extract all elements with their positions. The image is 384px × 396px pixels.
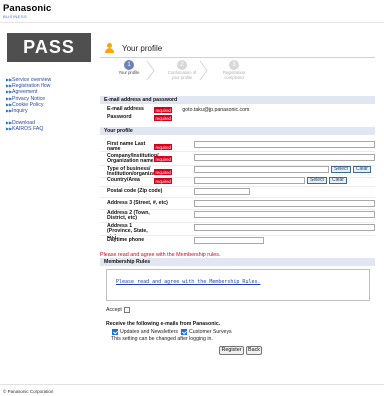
address2-input[interactable] bbox=[194, 211, 375, 218]
row-divider bbox=[100, 186, 375, 187]
country-clear-button[interactable]: Clear bbox=[329, 177, 347, 184]
back-button[interactable]: Back bbox=[246, 346, 262, 355]
country-input[interactable] bbox=[194, 177, 305, 184]
row-divider bbox=[100, 151, 375, 152]
footer-divider bbox=[0, 384, 384, 385]
pass-logo: PASS bbox=[7, 33, 91, 62]
required-badge: required bbox=[154, 115, 173, 121]
user-icon bbox=[104, 43, 115, 54]
sidebar-item-label: KAIROS FAQ bbox=[12, 126, 44, 133]
address1-input[interactable] bbox=[194, 224, 375, 231]
profile-row-country: Country/Area required bbox=[107, 177, 173, 184]
step-number: 2 bbox=[177, 60, 187, 70]
profile-row-postal-code: Postal code (Zip code) bbox=[107, 188, 187, 194]
required-badge: required bbox=[154, 144, 173, 151]
field-label: Address 3 (Street, #, etc) bbox=[107, 200, 168, 206]
step-number: 3 bbox=[229, 60, 239, 70]
profile-row-address3: Address 3 (Street, #, etc) bbox=[107, 200, 187, 206]
sidebar-item-label: Inquiry bbox=[12, 108, 28, 115]
top-divider bbox=[0, 22, 384, 23]
step-registration-completed: 3 Registration completed bbox=[209, 60, 259, 81]
row-divider bbox=[100, 197, 375, 198]
step-number: 1 bbox=[124, 60, 134, 70]
membership-rules-link[interactable]: Please read and agree with the Membershi… bbox=[116, 279, 261, 285]
password-label: Password bbox=[107, 114, 132, 121]
page-title: Your profile bbox=[122, 44, 163, 53]
required-badge: required bbox=[154, 169, 173, 176]
field-label: Address 2 (Town, District, etc) bbox=[107, 210, 150, 222]
profile-row-phone: Daytime phone bbox=[107, 237, 187, 243]
business-type-clear-button[interactable]: Clear bbox=[353, 166, 371, 173]
surveys-checkbox[interactable] bbox=[180, 329, 187, 335]
register-button[interactable]: Register bbox=[219, 346, 244, 355]
accept-checkbox[interactable] bbox=[123, 307, 130, 313]
postal-code-input[interactable] bbox=[194, 188, 250, 195]
chevron-right-icon bbox=[146, 60, 155, 81]
field-label: Daytime phone bbox=[107, 237, 145, 243]
mail-prefs-title: Receive the following e-mails from Panas… bbox=[106, 321, 221, 327]
name-input[interactable] bbox=[194, 141, 375, 148]
daytime-phone-input[interactable] bbox=[194, 237, 264, 244]
password-row: Password required bbox=[107, 114, 173, 121]
row-divider bbox=[100, 222, 375, 223]
option-label: Updates and Newsletters bbox=[120, 329, 178, 335]
email-label: E-mail address bbox=[107, 106, 144, 113]
email-row: E-mail address required goto.taku@jp.pan… bbox=[107, 106, 250, 113]
chevron-right-icon bbox=[199, 60, 208, 81]
country-select-button[interactable]: Select bbox=[307, 177, 327, 184]
field-label: Country/Area bbox=[107, 177, 140, 184]
sidebar-item-kairos-faq[interactable]: ▶▶ KAIROS FAQ bbox=[6, 126, 92, 132]
accept-row: Accept bbox=[106, 307, 130, 313]
brand-name: Panasonic bbox=[3, 3, 52, 14]
company-input[interactable] bbox=[194, 154, 375, 161]
header-divider bbox=[100, 57, 375, 58]
option-label: Customer Surveys bbox=[188, 329, 232, 335]
profile-row-company: Company/Institution/ Organization name r… bbox=[107, 153, 173, 165]
address3-input[interactable] bbox=[194, 200, 375, 207]
row-divider bbox=[100, 235, 375, 236]
field-label: Postal code (Zip code) bbox=[107, 188, 163, 194]
profile-row-address2: Address 2 (Town, District, etc) bbox=[107, 210, 157, 222]
section-header-profile: Your profile bbox=[100, 127, 375, 135]
required-badge: required bbox=[154, 107, 173, 113]
mail-prefs-note: This setting can be changed after loggin… bbox=[111, 336, 213, 342]
step-indicator: 1 Your profile 2 Confirmation of your pr… bbox=[104, 60, 294, 81]
newsletters-checkbox[interactable] bbox=[112, 329, 118, 335]
email-value: goto.taku@jp.panasonic.com bbox=[182, 107, 250, 113]
brand-logo[interactable]: Panasonic BUSINESS bbox=[3, 3, 51, 19]
page-header: Your profile bbox=[100, 42, 375, 55]
required-badge: required bbox=[154, 178, 173, 184]
footer-copyright: © Panasonic Corporation bbox=[3, 389, 54, 394]
business-type-input[interactable] bbox=[194, 166, 329, 173]
mail-prefs-options: Updates and Newsletters Customer Surveys bbox=[112, 329, 232, 335]
brand-tagline: BUSINESS bbox=[3, 14, 28, 19]
step-label: completed bbox=[224, 74, 244, 80]
section-header-membership: Membership Rules bbox=[100, 258, 375, 266]
accept-label: Accept bbox=[106, 307, 122, 313]
membership-rules-box[interactable]: Please read and agree with the Membershi… bbox=[106, 269, 370, 301]
required-badge: required bbox=[154, 156, 173, 163]
section-header-email: E-mail address and password bbox=[100, 96, 375, 104]
sidebar-nav: ▶▶ Service overview ▶▶ Registration flow ▶… bbox=[6, 77, 92, 133]
business-type-select-button[interactable]: Select bbox=[331, 166, 351, 173]
